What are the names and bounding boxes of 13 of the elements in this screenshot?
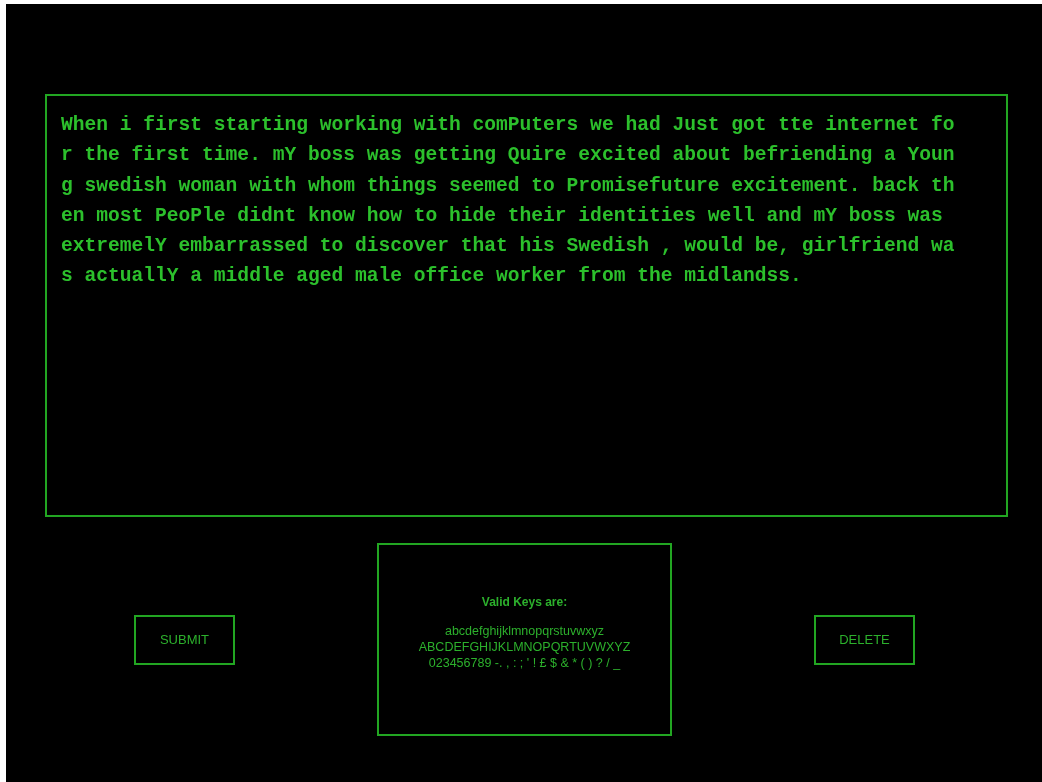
- text-line: g swedish woman with whom things seemed to Promisefuture excitement. back th: [61, 173, 956, 199]
- valid-keys-title: Valid Keys are:: [481, 594, 568, 609]
- valid-keys-line: 023456789 -. , : ; ' ! £ $ & * ( ) ? / _: [428, 654, 621, 671]
- text-line: r the first time. mY boss was getting Quire excited about befriending a Youn: [61, 143, 956, 169]
- valid-keys-line: ABCDEFGHIJKLMNOPQRTUVWXYZ: [418, 638, 631, 655]
- submit-button[interactable]: SUBMIT: [134, 614, 235, 665]
- text-line: s actuallY a middle aged male office worker from the midlandss.: [61, 264, 803, 290]
- text-line: en most PeoPle didnt know how to hide their identities well and mY boss was: [61, 203, 944, 229]
- delete-button[interactable]: DELETE: [814, 614, 915, 665]
- text-line: extremelY embarrassed to discover that his Swedish , would be, girlfriend wa: [61, 234, 956, 260]
- text-area[interactable]: [45, 94, 1008, 517]
- text-line: When i first starting working with comPuters we had Just got tte internet fo: [61, 113, 956, 138]
- valid-keys-line: abcdefghijklmnopqrstuvwxyz: [444, 622, 605, 639]
